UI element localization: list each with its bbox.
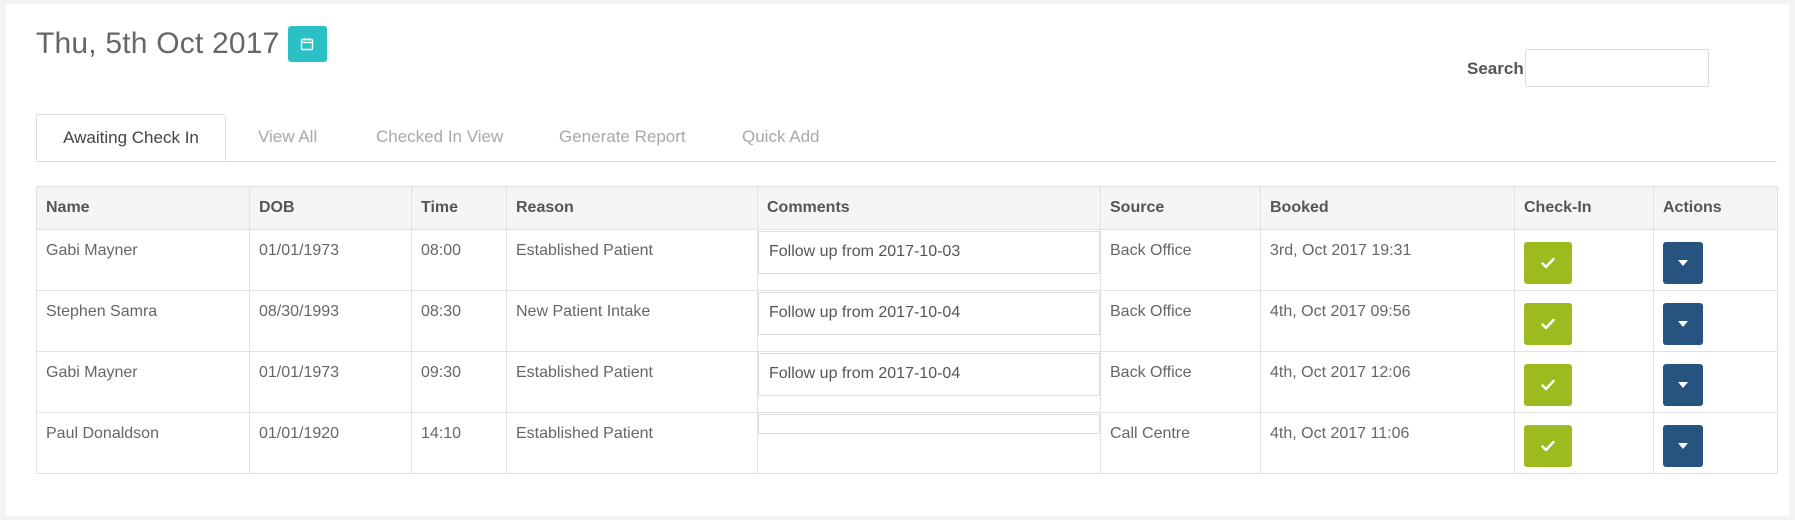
table-row: Gabi Mayner 01/01/1973 08:00 Established… bbox=[36, 229, 1778, 291]
actions-dropdown-button[interactable] bbox=[1663, 303, 1703, 345]
calendar-icon bbox=[300, 38, 314, 51]
cell-comments: Follow up from 2017-10-04 bbox=[757, 351, 1101, 413]
check-in-button[interactable] bbox=[1524, 303, 1572, 345]
column-header-time[interactable]: Time bbox=[411, 186, 507, 230]
cell-comments: Follow up from 2017-10-04 bbox=[757, 290, 1101, 352]
column-header-comments[interactable]: Comments bbox=[757, 186, 1101, 230]
cell-reason: Established Patient bbox=[506, 412, 758, 474]
appointments-table: Name DOB Time Reason Comments Source Boo… bbox=[36, 186, 1778, 474]
cell-time: 14:10 bbox=[411, 412, 507, 474]
tab-view-all[interactable]: View All bbox=[258, 114, 317, 160]
cell-dob: 01/01/1920 bbox=[249, 412, 412, 474]
tab-generate-report[interactable]: Generate Report bbox=[559, 114, 686, 160]
cell-name: Paul Donaldson bbox=[36, 412, 250, 474]
checkmark-icon bbox=[1541, 318, 1555, 330]
page-header: Thu, 5th Oct 2017 bbox=[36, 26, 327, 62]
caret-down-icon bbox=[1678, 260, 1688, 266]
cell-name: Stephen Samra bbox=[36, 290, 250, 352]
comment-field[interactable] bbox=[758, 414, 1100, 434]
cell-booked: 4th, Oct 2017 09:56 bbox=[1260, 290, 1515, 352]
checkmark-icon bbox=[1541, 440, 1555, 452]
cell-time: 08:00 bbox=[411, 229, 507, 291]
cell-actions bbox=[1653, 412, 1778, 474]
cell-source: Back Office bbox=[1100, 229, 1261, 291]
main-panel: Thu, 5th Oct 2017 Search Awaiting Check … bbox=[6, 4, 1789, 516]
table-row: Stephen Samra 08/30/1993 08:30 New Patie… bbox=[36, 290, 1778, 352]
comment-field[interactable]: Follow up from 2017-10-03 bbox=[758, 231, 1100, 274]
cell-check-in bbox=[1514, 351, 1654, 413]
cell-comments bbox=[757, 412, 1101, 474]
cell-reason: New Patient Intake bbox=[506, 290, 758, 352]
comment-field[interactable]: Follow up from 2017-10-04 bbox=[758, 292, 1100, 335]
caret-down-icon bbox=[1678, 321, 1688, 327]
table-header-row: Name DOB Time Reason Comments Source Boo… bbox=[36, 186, 1778, 230]
actions-dropdown-button[interactable] bbox=[1663, 425, 1703, 467]
cell-dob: 08/30/1993 bbox=[249, 290, 412, 352]
cell-reason: Established Patient bbox=[506, 351, 758, 413]
column-header-check-in: Check-In bbox=[1514, 186, 1654, 230]
cell-time: 08:30 bbox=[411, 290, 507, 352]
page-title: Thu, 5th Oct 2017 bbox=[36, 27, 280, 60]
search-label: Search bbox=[1467, 59, 1524, 78]
tab-bar: Awaiting Check In View All Checked In Vi… bbox=[36, 114, 1777, 162]
cell-check-in bbox=[1514, 290, 1654, 352]
cell-time: 09:30 bbox=[411, 351, 507, 413]
cell-source: Back Office bbox=[1100, 351, 1261, 413]
cell-source: Call Centre bbox=[1100, 412, 1261, 474]
tab-checked-in-view[interactable]: Checked In View bbox=[376, 114, 503, 160]
cell-comments: Follow up from 2017-10-03 bbox=[757, 229, 1101, 291]
actions-dropdown-button[interactable] bbox=[1663, 364, 1703, 406]
cell-booked: 4th, Oct 2017 11:06 bbox=[1260, 412, 1515, 474]
cell-check-in bbox=[1514, 229, 1654, 291]
caret-down-icon bbox=[1678, 382, 1688, 388]
check-in-button[interactable] bbox=[1524, 425, 1572, 467]
cell-booked: 3rd, Oct 2017 19:31 bbox=[1260, 229, 1515, 291]
tab-awaiting-check-in[interactable]: Awaiting Check In bbox=[36, 114, 226, 161]
cell-source: Back Office bbox=[1100, 290, 1261, 352]
actions-dropdown-button[interactable] bbox=[1663, 242, 1703, 284]
column-header-name[interactable]: Name bbox=[36, 186, 250, 230]
check-in-button[interactable] bbox=[1524, 242, 1572, 284]
column-header-actions: Actions bbox=[1653, 186, 1778, 230]
cell-actions bbox=[1653, 290, 1778, 352]
tab-quick-add[interactable]: Quick Add bbox=[742, 114, 820, 160]
column-header-booked[interactable]: Booked bbox=[1260, 186, 1515, 230]
caret-down-icon bbox=[1678, 443, 1688, 449]
cell-check-in bbox=[1514, 412, 1654, 474]
check-in-button[interactable] bbox=[1524, 364, 1572, 406]
checkmark-icon bbox=[1541, 257, 1555, 269]
column-header-reason[interactable]: Reason bbox=[506, 186, 758, 230]
cell-dob: 01/01/1973 bbox=[249, 351, 412, 413]
cell-reason: Established Patient bbox=[506, 229, 758, 291]
column-header-dob[interactable]: DOB bbox=[249, 186, 412, 230]
comment-field[interactable]: Follow up from 2017-10-04 bbox=[758, 353, 1100, 396]
cell-name: Gabi Mayner bbox=[36, 351, 250, 413]
cell-booked: 4th, Oct 2017 12:06 bbox=[1260, 351, 1515, 413]
cell-name: Gabi Mayner bbox=[36, 229, 250, 291]
cell-actions bbox=[1653, 229, 1778, 291]
search-input[interactable] bbox=[1525, 49, 1709, 87]
cell-dob: 01/01/1973 bbox=[249, 229, 412, 291]
table-row: Paul Donaldson 01/01/1920 14:10 Establis… bbox=[36, 412, 1778, 474]
calendar-button[interactable] bbox=[287, 26, 327, 62]
cell-actions bbox=[1653, 351, 1778, 413]
checkmark-icon bbox=[1541, 379, 1555, 391]
column-header-source[interactable]: Source bbox=[1100, 186, 1261, 230]
table-row: Gabi Mayner 01/01/1973 09:30 Established… bbox=[36, 351, 1778, 413]
